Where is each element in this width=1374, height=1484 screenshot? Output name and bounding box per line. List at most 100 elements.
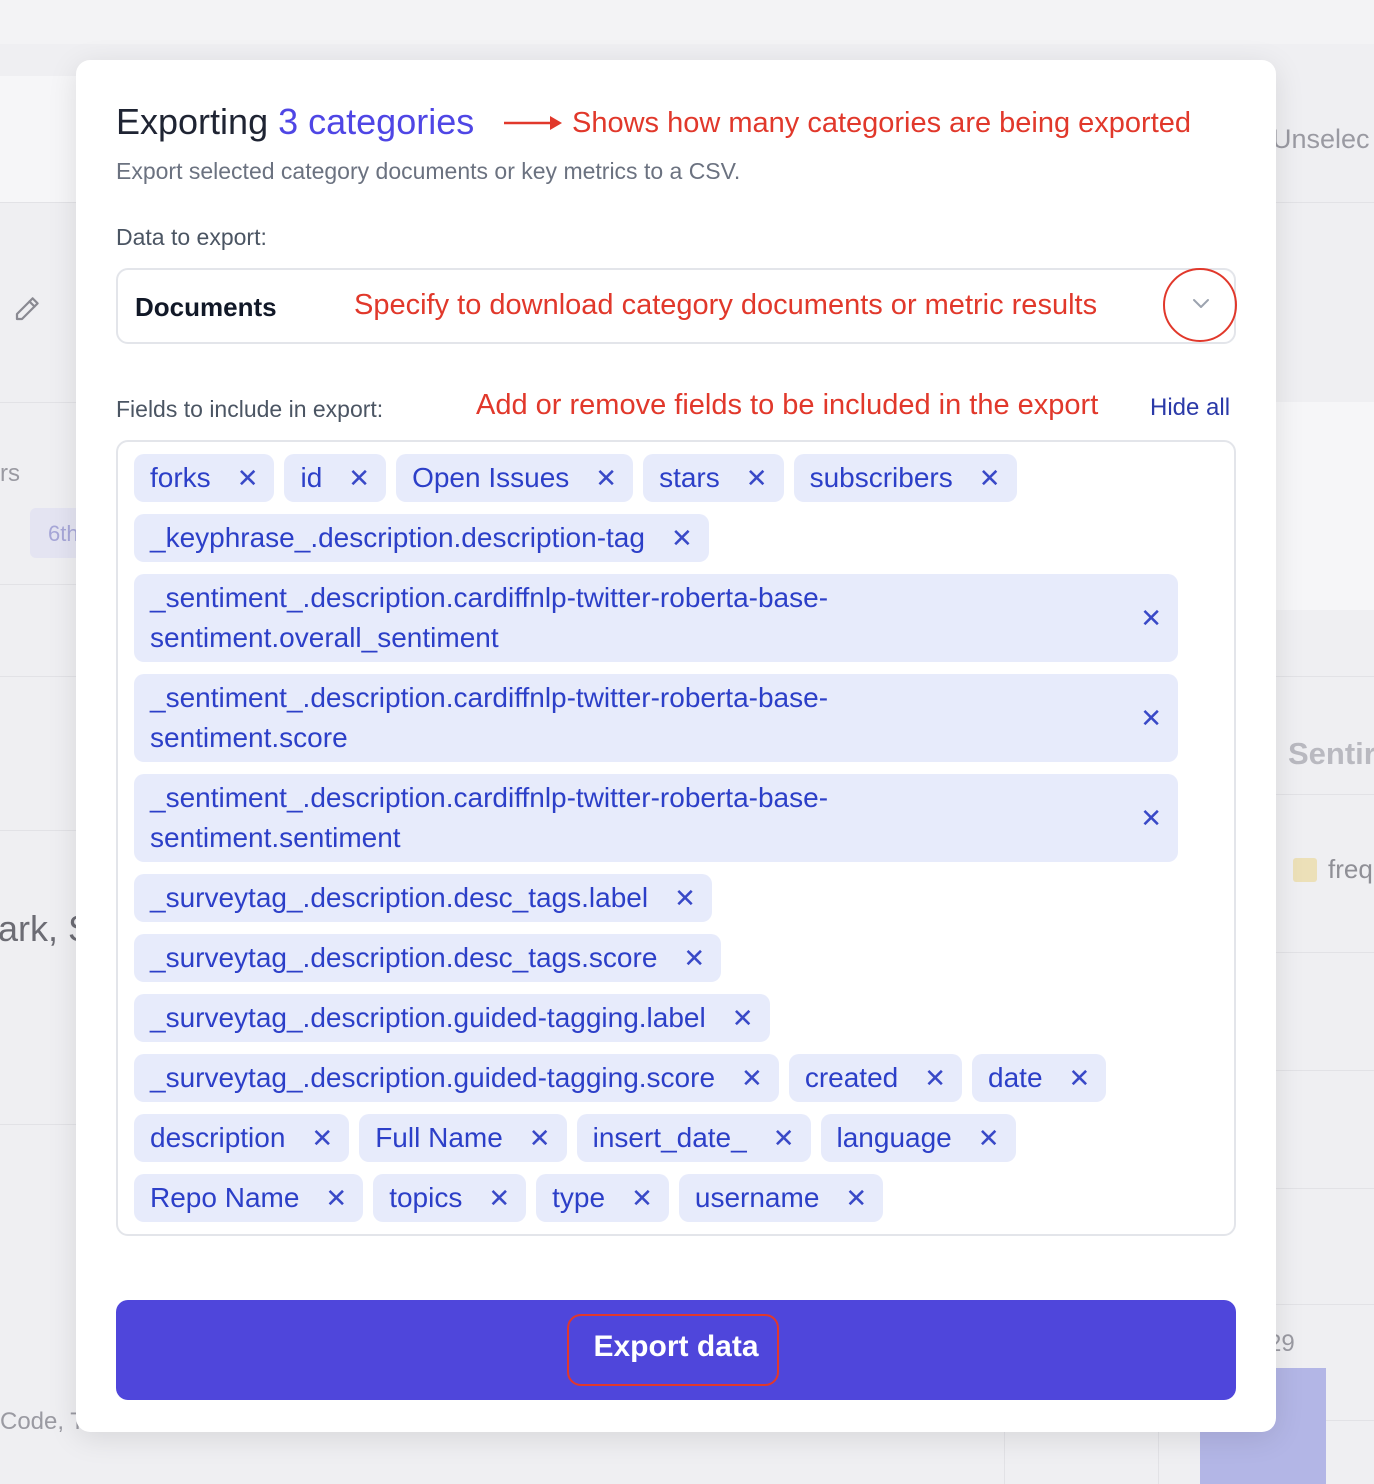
data-to-export-select[interactable]: Documents Specify to download category d… — [116, 268, 1237, 344]
remove-field-icon[interactable]: ✕ — [741, 1058, 763, 1098]
annotation-select-note: Specify to download category documents o… — [354, 289, 1098, 321]
field-tag-label: insert_date_ — [592, 1122, 747, 1153]
remove-field-icon[interactable]: ✕ — [924, 1058, 946, 1098]
remove-field-icon[interactable]: ✕ — [1140, 798, 1162, 838]
chevron-down-icon[interactable] — [1191, 298, 1211, 310]
background-code-text: Code, T — [0, 1408, 85, 1435]
field-tag-label: _keyphrase_.description.description-tag — [150, 522, 645, 553]
divider — [1158, 1432, 1159, 1484]
field-tag-label: _surveytag_.description.guided-tagging.s… — [150, 1062, 716, 1093]
field-tag-label: _surveytag_.description.desc_tags.label — [150, 882, 649, 913]
field-tag: stars ✕ — [643, 454, 784, 502]
background-left-panel — [0, 76, 76, 202]
field-tag-label: _sentiment_.description.cardiffnlp-twitt… — [150, 682, 829, 753]
divider — [1004, 1432, 1005, 1484]
field-tag: _keyphrase_.description.description-tag ✕ — [134, 514, 709, 562]
remove-field-icon[interactable]: ✕ — [732, 998, 754, 1038]
divider — [0, 676, 76, 677]
remove-field-icon[interactable]: ✕ — [1140, 598, 1162, 638]
field-tag: username ✕ — [678, 1174, 884, 1222]
remove-field-icon[interactable]: ✕ — [773, 1118, 795, 1158]
remove-field-icon[interactable]: ✕ — [683, 938, 705, 978]
remove-field-icon[interactable]: ✕ — [746, 458, 768, 498]
field-tag: forks ✕ — [134, 454, 275, 502]
data-to-export-label: Data to export: — [116, 224, 267, 250]
field-tag: _surveytag_.description.guided-tagging.s… — [134, 1054, 779, 1102]
field-tag-label: subscribers — [809, 462, 953, 493]
divider — [0, 402, 76, 403]
remove-field-icon[interactable]: ✕ — [488, 1178, 510, 1218]
field-tag: language ✕ — [820, 1114, 1016, 1162]
field-tag-label: _surveytag_.description.desc_tags.score — [150, 942, 658, 973]
field-tag-label: _sentiment_.description.cardiffnlp-twitt… — [150, 582, 829, 653]
field-tag: Full Name ✕ — [359, 1114, 567, 1162]
field-tag-label: _surveytag_.description.guided-tagging.l… — [150, 1002, 706, 1033]
remove-field-icon[interactable]: ✕ — [348, 458, 370, 498]
divider — [1276, 1070, 1374, 1071]
hide-all-link[interactable]: Hide all — [1150, 394, 1230, 422]
field-tag-label: Open Issues — [412, 462, 570, 493]
field-tag-label: topics — [389, 1182, 463, 1213]
annotation-arrow-icon — [504, 116, 562, 130]
field-tag: subscribers ✕ — [793, 454, 1017, 502]
field-tag: _surveytag_.description.desc_tags.score ✕ — [134, 934, 722, 982]
export-data-button[interactable]: Export data — [116, 1300, 1236, 1400]
divider — [1276, 952, 1374, 953]
background-rs-text: rs — [0, 460, 20, 487]
field-tag-label: Full Name — [375, 1122, 503, 1153]
field-tag: Repo Name ✕ — [134, 1174, 364, 1222]
field-tag-label: created — [804, 1062, 899, 1093]
fields-label: Fields to include in export: — [116, 396, 384, 422]
divider — [0, 202, 76, 203]
remove-field-icon[interactable]: ✕ — [671, 518, 693, 558]
remove-field-icon[interactable]: ✕ — [325, 1178, 347, 1218]
category-count: 3 categories — [278, 101, 475, 142]
title-prefix: Exporting — [116, 101, 269, 142]
remove-field-icon[interactable]: ✕ — [1140, 698, 1162, 738]
field-tag: created ✕ — [788, 1054, 963, 1102]
field-tag-label: Repo Name — [150, 1182, 300, 1213]
annotation-title-note: Shows how many categories are being expo… — [572, 107, 1192, 139]
field-tag: topics ✕ — [373, 1174, 527, 1222]
field-tag-label: type — [552, 1182, 606, 1213]
remove-field-icon[interactable]: ✕ — [237, 458, 259, 498]
divider — [0, 584, 76, 585]
background-right-panel — [1276, 402, 1374, 610]
field-tag-label: date — [988, 1062, 1043, 1093]
divider — [0, 1124, 76, 1125]
field-tag-label: id — [300, 462, 323, 493]
field-tag-label: description — [150, 1122, 286, 1153]
remove-field-icon[interactable]: ✕ — [631, 1178, 653, 1218]
field-tag-label: language — [836, 1122, 952, 1153]
remove-field-icon[interactable]: ✕ — [979, 458, 1001, 498]
fields-multiselect[interactable]: forks ✕ id ✕ Open Issues ✕ stars ✕ subscribers ✕ _… — [116, 440, 1236, 1236]
modal-title: Exporting 3 categories — [116, 100, 474, 144]
remove-field-icon[interactable]: ✕ — [595, 458, 617, 498]
remove-field-icon[interactable]: ✕ — [845, 1178, 867, 1218]
modal-subtitle: Export selected category documents or ke… — [116, 158, 741, 184]
pencil-icon[interactable] — [12, 294, 42, 324]
field-tag: description ✕ — [134, 1114, 350, 1162]
divider — [1276, 676, 1374, 677]
field-tag: _sentiment_.description.cardiffnlp-twitt… — [134, 574, 1178, 662]
field-tag-label: username — [694, 1182, 820, 1213]
annotation-fields-note: Add or remove fields to be included in t… — [476, 389, 1099, 421]
field-tag: _surveytag_.description.desc_tags.label ✕ — [134, 874, 712, 922]
export-button-label: Export data — [593, 1330, 759, 1363]
field-tag-label: stars — [659, 462, 720, 493]
field-tag: _sentiment_.description.cardiffnlp-twitt… — [134, 674, 1178, 762]
divider — [1276, 1304, 1374, 1305]
background-unselect-text: Unselec — [1272, 124, 1370, 154]
remove-field-icon[interactable]: ✕ — [311, 1118, 333, 1158]
remove-field-icon[interactable]: ✕ — [674, 878, 696, 918]
field-tag: type ✕ — [536, 1174, 669, 1222]
divider — [0, 830, 76, 831]
remove-field-icon[interactable]: ✕ — [529, 1118, 551, 1158]
divider — [1276, 1188, 1374, 1189]
field-tag: _sentiment_.description.cardiffnlp-twitt… — [134, 774, 1178, 862]
export-modal: Exporting 3 categories Shows how many ca… — [76, 60, 1276, 1432]
background-freq-text: freq — [1328, 854, 1373, 884]
divider — [1276, 202, 1374, 203]
remove-field-icon[interactable]: ✕ — [978, 1118, 1000, 1158]
remove-field-icon[interactable]: ✕ — [1069, 1058, 1091, 1098]
